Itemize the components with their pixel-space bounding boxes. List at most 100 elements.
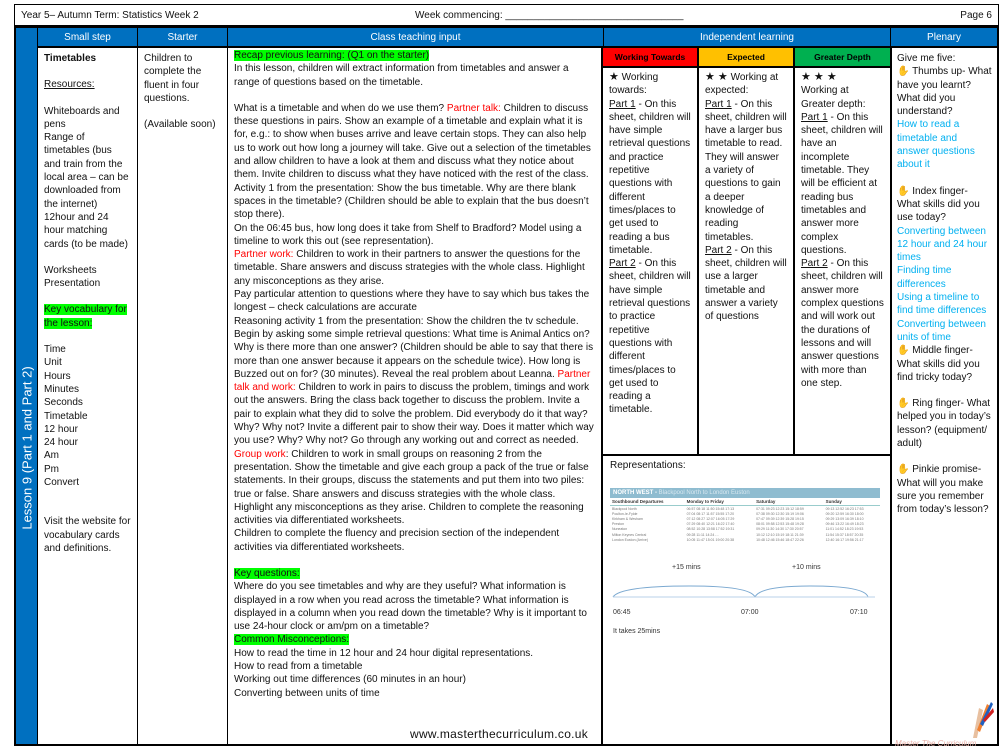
misconception-item: How to read the time in 12 hour and 24 h…: [234, 647, 534, 659]
resource-item: Range of timetables (bus and train from …: [44, 132, 129, 210]
resource-item: Whiteboards and pens: [44, 105, 120, 130]
resources-label: Resources:: [44, 79, 95, 91]
thumb-question: Thumbs up- What have you learnt? What di…: [897, 66, 992, 118]
pinkie-question: Pinkie promise- What will you make sure …: [897, 464, 989, 516]
level-greater-depth: Greater Depth ★ ★ ★ Working at Greater d…: [795, 48, 890, 454]
time-label: 07:10: [850, 609, 868, 617]
teaching-paragraph: Activity 1 from the presentation: Show t…: [234, 182, 589, 221]
small-step-column: Timetables Resources: Whiteboards and pe…: [37, 48, 137, 744]
teaching-paragraph: Reasoning activity 1 from the presentati…: [234, 315, 594, 447]
key-questions: Where do you see timetables and why are …: [234, 581, 587, 633]
vocab-label: Key vocabulary for the lesson:: [44, 304, 127, 329]
hand-icon: ✋: [897, 464, 910, 476]
partner-talk-label: Partner talk:: [446, 102, 501, 114]
vocab-item: Minutes: [44, 383, 80, 395]
pencil-logo-icon: [973, 702, 994, 738]
representations-label: Representations:: [610, 460, 686, 471]
train-timetable: NORTH WEST - Blackpool North to London E…: [610, 488, 880, 542]
index-answer: Converting between units of time: [897, 318, 986, 343]
lesson-title: Lesson 9 (Part 1 and Part 2): [19, 366, 34, 530]
timetable-row: London Euston (Arrive) 10:05 11:47 15:01 …: [612, 537, 864, 542]
step-title: Timetables: [44, 53, 97, 64]
teaching-paragraph: On the 06:45 bus, how long does it take …: [234, 222, 582, 247]
level-expected: Expected ★ ★ Working at expected: Part 1…: [699, 48, 795, 454]
hand-icon: ✋: [897, 398, 910, 410]
teaching-paragraph: Group work: Children to work in small gr…: [234, 448, 589, 527]
teaching-intro: In this lesson, children will extract in…: [234, 63, 569, 88]
misconception-item: Converting between units of time: [234, 687, 380, 699]
teaching-paragraph: Children to complete the fluency and pre…: [234, 528, 560, 553]
timetable-title: NORTH WEST - Blackpool North to London E…: [610, 488, 880, 498]
index-answer: Converting between 12 hour and 24 hour t…: [897, 225, 988, 264]
time-label: 07:00: [741, 609, 759, 617]
page-number: Page 6: [960, 10, 992, 21]
hand-icon: ✋: [897, 185, 910, 197]
teaching-column: Recap previous learning: (Q1 on the star…: [227, 48, 603, 744]
index-answer: Using a timeline to find time difference…: [897, 292, 987, 317]
star-icon: ★ ★ ★: [801, 71, 837, 83]
header-title: Year 5– Autumn Term: Statistics Week 2: [21, 10, 199, 21]
timetable-header: Sunday: [823, 498, 880, 506]
independent-learning: Working Towards ★ Working towards: Part …: [603, 48, 890, 454]
star-icon: ★: [609, 71, 619, 83]
hand-icon: ✋: [897, 345, 910, 357]
starter-text: Children to complete the fluent in four …: [144, 53, 202, 104]
vocab-item: Seconds: [44, 397, 83, 409]
page-header: Year 5– Autumn Term: Statistics Week 2 W…: [14, 4, 999, 26]
lesson-table: Lesson 9 (Part 1 and Part 2) Small step …: [14, 26, 999, 746]
col-header-small-step: Small step: [37, 28, 137, 48]
resource-item: 12hour and 24 hour matching cards (to be…: [44, 211, 128, 250]
timetable-header: Saturday: [754, 498, 824, 506]
level-header: Expected: [699, 48, 793, 68]
col-header-teaching: Class teaching input: [227, 28, 603, 48]
vocab-item: Convert: [44, 477, 80, 489]
timetable-header: Monday to Friday: [684, 498, 755, 506]
teaching-paragraph: Partner work: Children to work in their …: [234, 249, 585, 287]
vocab-item: Timetable: [44, 410, 88, 422]
week-commencing: Week commencing: _______________________…: [415, 10, 684, 21]
misconception-item: Working out time differences (60 minutes…: [234, 674, 466, 686]
vocab-item: 12 hour: [44, 423, 78, 435]
misconceptions-label: Common Misconceptions:: [234, 634, 350, 646]
time-label: 06:45: [613, 609, 631, 617]
vocab-item: Am: [44, 450, 59, 462]
vocab-item: 24 hour: [44, 437, 78, 449]
website-url[interactable]: www.masterthecurriculum.co.uk: [410, 727, 588, 741]
partner-work-label: Partner work:: [234, 249, 294, 261]
ring-question: Ring finger- What helped you in today’s …: [897, 398, 991, 450]
jump-label: +10 mins: [792, 564, 821, 572]
index-question: Index finger- What skills did you use to…: [897, 185, 980, 224]
plenary-intro: Give me five:: [897, 53, 956, 64]
level-header: Working Towards: [603, 48, 697, 68]
vocab-item: Time: [44, 344, 66, 356]
teaching-paragraph: What is a timetable and when do we use t…: [234, 102, 591, 181]
star-icon: ★ ★: [705, 71, 728, 83]
level-working-towards: Working Towards ★ Working towards: Part …: [603, 48, 699, 454]
jump-label: +15 mins: [672, 564, 701, 572]
hand-icon: ✋: [897, 66, 910, 78]
starter-note: (Available soon): [144, 119, 216, 131]
lesson-sidebar: Lesson 9 (Part 1 and Part 2): [16, 28, 37, 744]
resource-item: Worksheets: [44, 264, 97, 276]
middle-question: Middle finger- What skills did you find …: [897, 345, 980, 383]
starter-column: Children to complete the fluent in four …: [137, 48, 227, 744]
representations: Representations: NORTH WEST - Blackpool …: [603, 454, 890, 744]
resource-item: Presentation: [44, 278, 101, 290]
logo-text: Master The Curriculum: [895, 739, 977, 748]
level-header: Greater Depth: [795, 48, 890, 68]
teaching-paragraph: Pay particular attention to questions wh…: [234, 289, 590, 314]
recap-label: Recap previous learning: (Q1 on the star…: [234, 50, 430, 61]
timeline-arcs: [612, 585, 875, 598]
plenary-column: Give me five: ✋ Thumbs up- What have you…: [890, 48, 997, 744]
timeline: +15 mins +10 mins 06:45 07:00 07:10 It t…: [610, 554, 883, 635]
vocab-item: Hours: [44, 370, 71, 382]
col-header-starter: Starter: [137, 28, 227, 48]
key-questions-label: Key questions:: [234, 567, 300, 579]
vocab-item: Pm: [44, 463, 59, 475]
index-answer: Finding time differences: [897, 265, 952, 290]
timetable-header: Southbound Departures: [610, 498, 685, 506]
visit-website-note: Visit the website for vocabulary cards a…: [44, 516, 131, 554]
misconception-item: How to read from a timetable: [234, 661, 363, 673]
timeline-result: It takes 25mins: [613, 628, 661, 636]
col-header-independent: Independent learning: [603, 28, 890, 48]
